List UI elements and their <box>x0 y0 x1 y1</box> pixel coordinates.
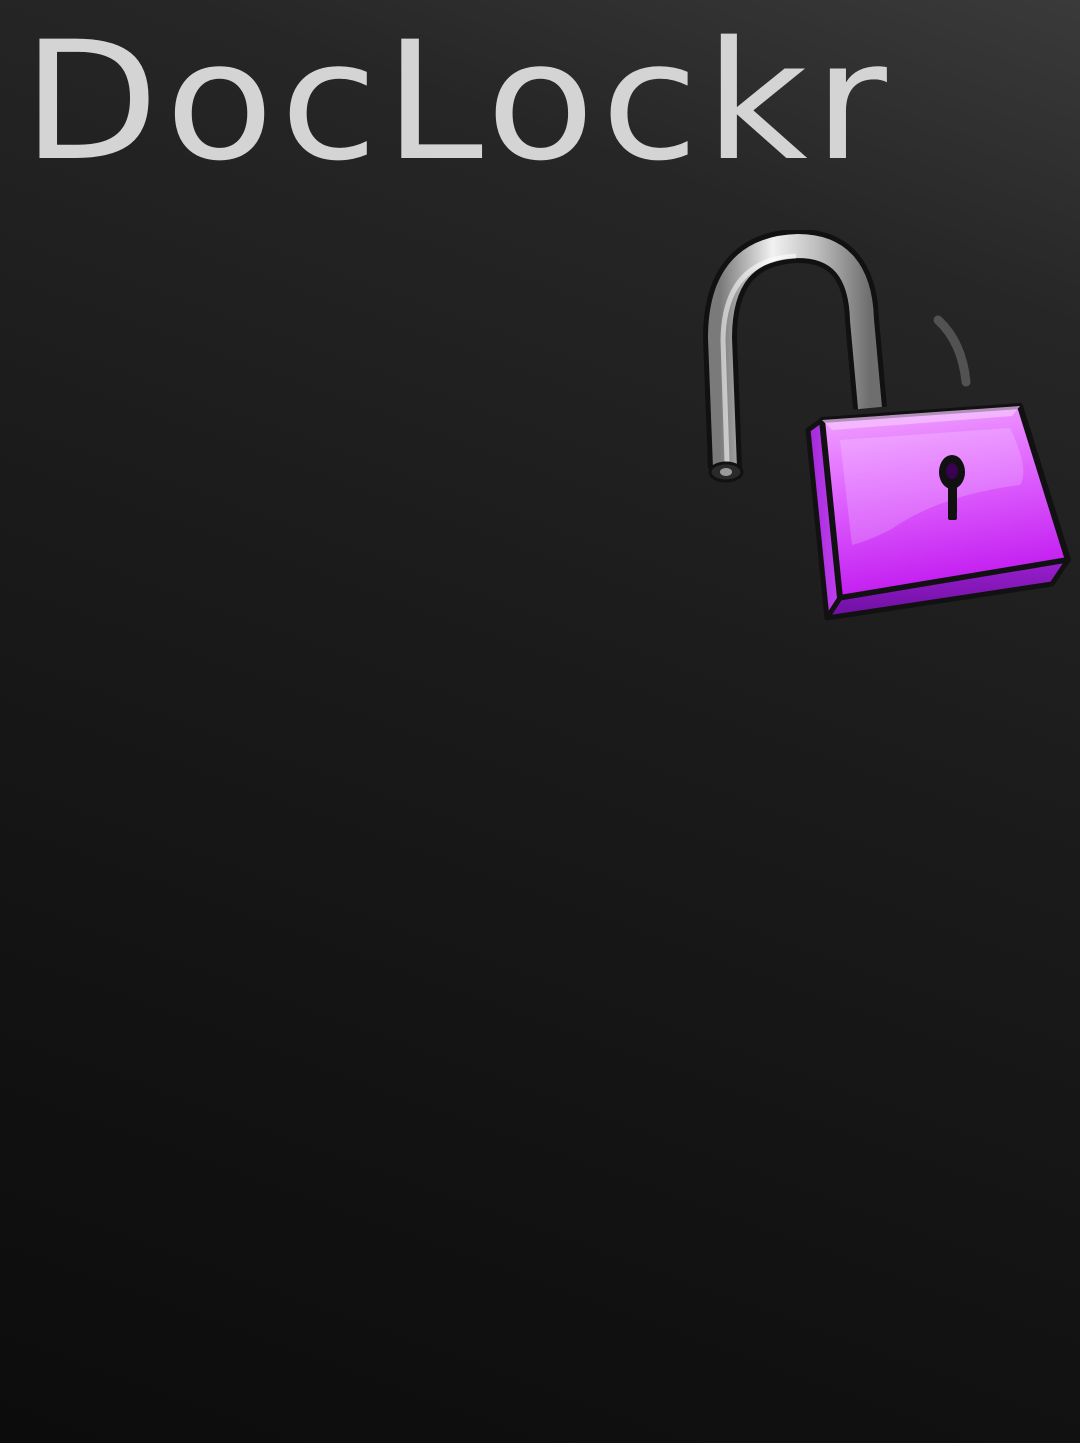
app-title: DocLockr <box>22 6 893 197</box>
splash-screen: DocLockr <box>0 0 1080 1443</box>
open-padlock-icon <box>702 230 1071 621</box>
